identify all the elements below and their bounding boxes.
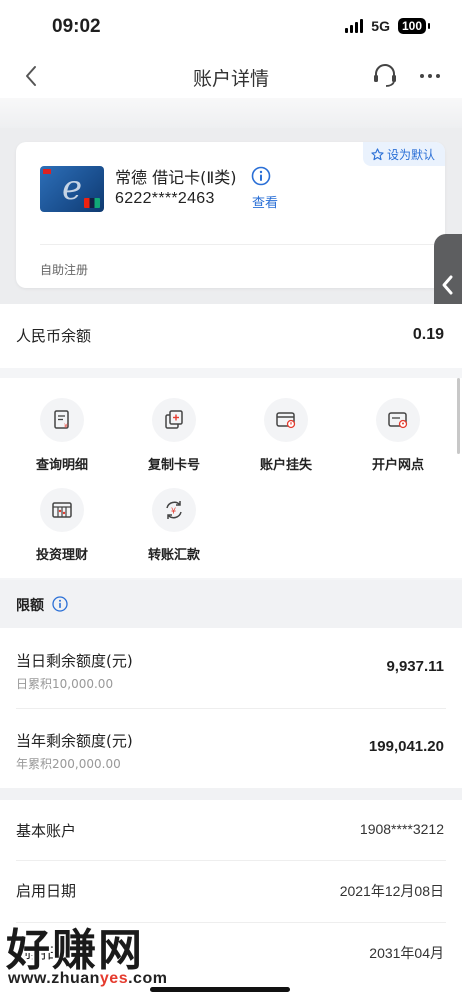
more-dots-icon[interactable] (416, 62, 444, 90)
battery-icon: 100 (397, 18, 431, 34)
status-bar: 09:02 5G 100 (0, 0, 462, 54)
copy-icon (152, 398, 196, 442)
limits-title: 限额 (16, 598, 44, 614)
headset-icon[interactable] (370, 60, 400, 90)
limit-label: 当年剩余额度(元) (16, 732, 133, 750)
info-row: 启用日期 2021年12月08日 (0, 860, 462, 922)
invest-icon (40, 488, 84, 532)
action-label: 转账汇款 (147, 548, 200, 563)
info-row: 基本账户 1908****3212 (0, 800, 462, 862)
divider (40, 244, 445, 245)
info-value: 1908****3212 (359, 821, 444, 837)
action-label: 开户网点 (371, 458, 424, 473)
statement-icon: ¥ (40, 398, 84, 442)
bank-card-panel[interactable]: e 常德 借记卡(Ⅱ类) 6222****2463 查看 设为默认 自助注册 (16, 142, 445, 288)
svg-text:¥: ¥ (171, 507, 176, 516)
info-label: 启用日期 (16, 882, 77, 900)
info-value: 2031年04月 (369, 945, 444, 961)
branch-icon (376, 398, 420, 442)
card-area: e 常德 借记卡(Ⅱ类) 6222****2463 查看 设为默认 自助注册 (0, 128, 462, 304)
unionpay-logo-icon (84, 198, 100, 208)
transfer-icon: ¥ (152, 488, 196, 532)
action-transfer[interactable]: ¥ 转账汇款 (119, 488, 229, 563)
quick-actions: ¥ 查询明细 复制卡号 账户挂失 开户网点 投资理财 ¥ 转账汇款 (0, 378, 462, 578)
balance-label: 人民币余额 (16, 327, 92, 345)
bank-card-image: e (40, 166, 104, 212)
limit-sub: 年累积200,000.00 (16, 757, 121, 771)
info-value: 2021年12月08日 (339, 883, 444, 899)
action-report-loss[interactable]: 账户挂失 (231, 398, 341, 473)
star-icon (371, 147, 384, 160)
balance-row: 人民币余额 0.19 (0, 304, 462, 368)
spacer (0, 98, 462, 128)
chevron-left-icon (442, 275, 453, 295)
navigation-bar: 账户详情 (0, 54, 462, 98)
watermark: 好赚网 www.zhuanyes.com (6, 914, 196, 994)
svg-text:¥: ¥ (64, 423, 68, 430)
info-icon[interactable] (251, 166, 271, 186)
network-type: 5G (371, 18, 390, 34)
info-icon[interactable] (52, 596, 68, 612)
limit-value: 9,937.11 (386, 658, 444, 675)
status-indicators: 5G 100 (345, 18, 431, 34)
info-label: 基本账户 (16, 822, 77, 840)
action-statement[interactable]: ¥ 查询明细 (7, 398, 117, 473)
registration-type: 自助注册 (40, 263, 89, 277)
balance-value: 0.19 (412, 326, 444, 343)
action-label: 账户挂失 (259, 458, 312, 473)
scrollbar[interactable] (457, 378, 460, 454)
spacer (0, 788, 462, 800)
limit-label: 当日剩余额度(元) (16, 652, 133, 670)
action-branch[interactable]: 开户网点 (343, 398, 453, 473)
watermark-url: www.zhuanyes.com (8, 970, 168, 987)
status-time: 09:02 (52, 16, 101, 37)
report-loss-icon (264, 398, 308, 442)
action-label: 复制卡号 (147, 458, 200, 473)
annual-limit-row: 当年剩余额度(元) 年累积200,000.00 199,041.20 (0, 708, 462, 788)
view-card-number-link[interactable]: 查看 (252, 192, 278, 211)
home-indicator (150, 987, 290, 992)
limit-value: 199,041.20 (368, 738, 444, 755)
set-default-label: 设为默认 (386, 147, 435, 162)
action-copy-card[interactable]: 复制卡号 (119, 398, 229, 473)
watermark-logo: 好赚网 (6, 925, 144, 976)
action-label: 投资理财 (35, 548, 88, 563)
daily-limit-row: 当日剩余额度(元) 日累积10,000.00 9,937.11 (0, 628, 462, 708)
signal-icon (345, 19, 364, 33)
card-name: 常德 借记卡(Ⅱ类) (115, 168, 237, 187)
limits-section: 当日剩余额度(元) 日累积10,000.00 9,937.11 当年剩余额度(元… (0, 628, 462, 788)
action-invest[interactable]: 投资理财 (7, 488, 117, 563)
action-label: 查询明细 (35, 458, 88, 473)
card-number: 6222****2463 (115, 190, 215, 207)
limits-header: 限额 (0, 580, 462, 628)
set-default-button[interactable]: 设为默认 (362, 142, 445, 166)
limit-sub: 日累积10,000.00 (16, 677, 114, 691)
